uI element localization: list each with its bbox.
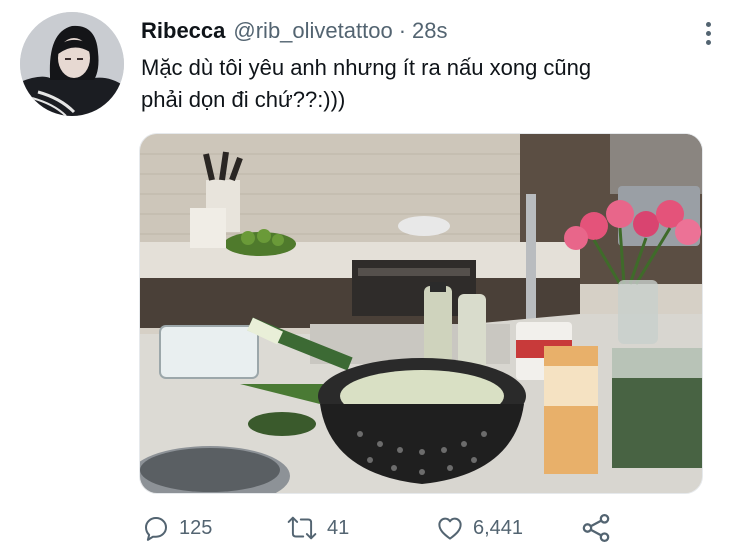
tweet-text-line: Mặc dù tôi yêu anh nhưng ít ra nấu xong … <box>141 55 592 80</box>
more-dot <box>705 21 711 27</box>
share-button[interactable] <box>579 508 613 548</box>
retweet-button[interactable]: 41 <box>285 508 349 548</box>
reply-button[interactable]: 125 <box>141 508 212 548</box>
heart-icon <box>438 517 462 540</box>
like-count: 6,441 <box>473 516 524 539</box>
tweet-photo[interactable] <box>139 133 703 494</box>
tweet-text: Mặc dù tôi yêu anh nhưng ít ra nấu xong … <box>141 52 701 116</box>
kitchen-photo <box>140 134 702 493</box>
retweet-icon <box>287 516 317 540</box>
more-dot <box>705 30 711 36</box>
tweet[interactable]: Ribecca @rib_olivetattoo · 28s Mặc dù tô… <box>0 0 750 557</box>
reply-icon <box>145 517 167 541</box>
display-name[interactable]: Ribecca <box>141 18 225 44</box>
user-handle[interactable]: @rib_olivetattoo <box>233 18 392 44</box>
more-dot <box>705 39 711 45</box>
avatar[interactable] <box>20 12 124 116</box>
share-icon <box>582 513 610 543</box>
tweet-actions: 125 41 6,441 <box>141 508 621 548</box>
retweet-count: 41 <box>327 516 350 539</box>
separator-dot: · <box>398 18 407 43</box>
more-vertical-icon[interactable] <box>697 18 719 48</box>
reply-count: 125 <box>179 516 213 539</box>
timestamp[interactable]: 28s <box>412 18 447 44</box>
avatar-image <box>20 12 124 116</box>
like-button[interactable]: 6,441 <box>435 508 523 548</box>
tweet-header: Ribecca @rib_olivetattoo · 28s <box>141 18 448 48</box>
tweet-text-line: phải dọn đi chứ??:))) <box>141 87 346 112</box>
